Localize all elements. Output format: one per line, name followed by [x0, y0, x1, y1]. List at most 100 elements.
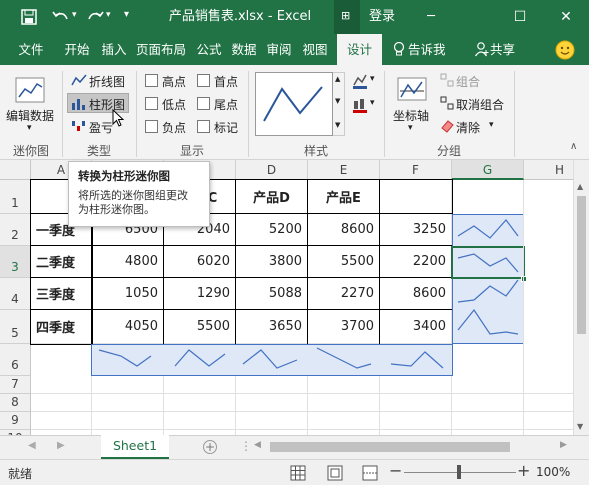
tab-formulas[interactable]: 公式 — [191, 34, 227, 65]
row-header-4[interactable]: 4 — [0, 278, 31, 310]
gallery-scroll[interactable]: ▲ ▼ ▼ — [333, 72, 345, 136]
column-header-h[interactable]: H — [524, 160, 573, 180]
column-header-g[interactable]: G — [452, 160, 524, 180]
zoom-level[interactable]: 100% — [536, 465, 570, 479]
checkbox-high-point[interactable] — [145, 74, 158, 87]
marker-color-icon[interactable] — [352, 97, 368, 113]
table-cell[interactable]: 8600 — [308, 214, 380, 246]
edit-data-button[interactable]: 编辑数据 — [6, 107, 54, 124]
axis-dropdown-icon[interactable]: ▾ — [408, 123, 413, 133]
scroll-up-icon[interactable]: ▲ — [577, 182, 583, 191]
row-header-7[interactable]: 7 — [0, 376, 31, 394]
collapse-ribbon-icon[interactable]: ∧ — [570, 141, 577, 152]
normal-view-icon[interactable] — [290, 465, 306, 481]
marker-color-dropdown-icon[interactable]: ▾ — [370, 98, 375, 108]
row-header-2[interactable]: 2 — [0, 214, 31, 246]
cell-d1[interactable]: 产品D — [236, 180, 308, 214]
redo-icon[interactable] — [86, 9, 104, 25]
ribbon-display-options-button[interactable]: ⊞ — [334, 0, 360, 34]
table-cell[interactable]: 3800 — [236, 246, 308, 278]
scroll-down-icon[interactable]: ▼ — [577, 422, 583, 431]
column-header-e[interactable]: E — [308, 160, 380, 180]
hscroll-right-icon[interactable]: ▶ — [560, 440, 567, 450]
row-header-3[interactable]: 3 — [0, 246, 31, 278]
tell-me-search[interactable]: 告诉我 — [408, 34, 452, 65]
axis-button[interactable]: 坐标轴 — [393, 107, 429, 124]
row-header-1[interactable]: 1 — [0, 180, 31, 214]
table-cell[interactable]: 5088 — [236, 278, 308, 310]
tab-view[interactable]: 视图 — [297, 34, 333, 65]
tab-design[interactable]: 设计 — [337, 34, 382, 65]
type-line-button[interactable]: 折线图 — [89, 73, 125, 90]
cell-f1[interactable] — [380, 180, 452, 214]
ungroup-button[interactable]: 取消组合 — [456, 96, 504, 113]
table-cell[interactable]: 3700 — [308, 310, 380, 344]
add-sheet-icon[interactable]: + — [203, 440, 217, 454]
cell-e1[interactable]: 产品E — [308, 180, 380, 214]
next-sheet-icon[interactable]: ▶ — [57, 440, 65, 451]
table-cell[interactable]: 5500 — [164, 310, 236, 344]
checkbox-markers[interactable] — [197, 120, 210, 133]
checkbox-last-point[interactable] — [197, 97, 210, 110]
row-header-5[interactable]: 5 — [0, 310, 31, 344]
scroll-thumb[interactable] — [577, 196, 586, 334]
column-header-d[interactable]: D — [236, 160, 308, 180]
hscroll-left-icon[interactable]: ◀ — [254, 440, 261, 450]
table-cell[interactable]: 8600 — [380, 278, 452, 310]
checkbox-first-point[interactable] — [197, 74, 210, 87]
table-cell[interactable]: 3250 — [380, 214, 452, 246]
table-cell[interactable]: 3400 — [380, 310, 452, 344]
sparkline-style-gallery[interactable] — [255, 72, 333, 136]
clear-dropdown-icon[interactable]: ▾ — [489, 120, 494, 130]
group-button[interactable]: 组合 — [456, 73, 480, 90]
tab-data[interactable]: 数据 — [227, 34, 261, 65]
gallery-up-icon[interactable]: ▲ — [335, 75, 340, 83]
zoom-slider-thumb[interactable] — [457, 465, 461, 479]
zoom-in-button[interactable]: + — [517, 461, 530, 480]
sheet-tab-sheet1[interactable]: Sheet1 — [101, 435, 169, 459]
redo-dropdown-icon[interactable]: ▾ — [106, 10, 111, 20]
table-cell[interactable]: 1290 — [164, 278, 236, 310]
minimize-button[interactable]: ─ — [408, 0, 454, 34]
undo-icon[interactable] — [52, 9, 70, 25]
table-cell[interactable]: 5200 — [236, 214, 308, 246]
type-winloss-button[interactable]: 盈亏 — [89, 119, 113, 136]
row-header-6[interactable]: 6 — [0, 344, 31, 376]
customize-qat-icon[interactable]: ▾ — [124, 9, 129, 20]
checkbox-low-point[interactable] — [145, 97, 158, 110]
checkbox-negative-point[interactable] — [145, 120, 158, 133]
table-cell[interactable]: 5500 — [308, 246, 380, 278]
restore-button[interactable]: ☐ — [497, 0, 543, 34]
sparkline-color-dropdown-icon[interactable]: ▾ — [370, 74, 375, 84]
row-header-8[interactable]: 8 — [0, 394, 31, 412]
tab-page-layout[interactable]: 页面布局 — [131, 34, 191, 65]
row-header-9[interactable]: 9 — [0, 412, 31, 430]
tab-file[interactable]: 文件 — [9, 34, 53, 65]
table-cell[interactable]: 4800 — [92, 246, 164, 278]
login-link[interactable]: 登录 — [365, 0, 399, 34]
share-button[interactable]: 共享 — [490, 34, 522, 65]
zoom-out-button[interactable]: − — [389, 461, 402, 480]
gallery-down-icon[interactable]: ▼ — [335, 97, 340, 105]
page-break-view-icon[interactable] — [362, 465, 378, 481]
vertical-scrollbar[interactable]: ▲ ▼ — [573, 160, 589, 435]
table-cell[interactable]: 3650 — [236, 310, 308, 344]
table-cell[interactable]: 4050 — [92, 310, 164, 344]
clear-button[interactable]: 清除 — [456, 119, 480, 136]
table-cell[interactable]: 2270 — [308, 278, 380, 310]
gallery-more-icon[interactable]: ▼ — [335, 121, 340, 129]
edit-data-dropdown-icon[interactable]: ▾ — [27, 123, 32, 133]
page-layout-view-icon[interactable] — [327, 465, 343, 481]
sparkline-color-icon[interactable] — [352, 73, 368, 89]
tab-home[interactable]: 开始 — [57, 34, 97, 65]
hscroll-thumb[interactable] — [270, 442, 510, 452]
table-cell[interactable]: 1050 — [92, 278, 164, 310]
row-label-q2[interactable]: 二季度 — [31, 246, 92, 278]
row-label-q3[interactable]: 三季度 — [31, 278, 92, 310]
smiley-feedback-icon[interactable] — [555, 40, 575, 60]
column-header-f[interactable]: F — [380, 160, 452, 180]
tab-insert[interactable]: 插入 — [97, 34, 131, 65]
table-cell[interactable]: 6020 — [164, 246, 236, 278]
undo-dropdown-icon[interactable]: ▾ — [72, 10, 77, 20]
tab-review[interactable]: 审阅 — [261, 34, 297, 65]
